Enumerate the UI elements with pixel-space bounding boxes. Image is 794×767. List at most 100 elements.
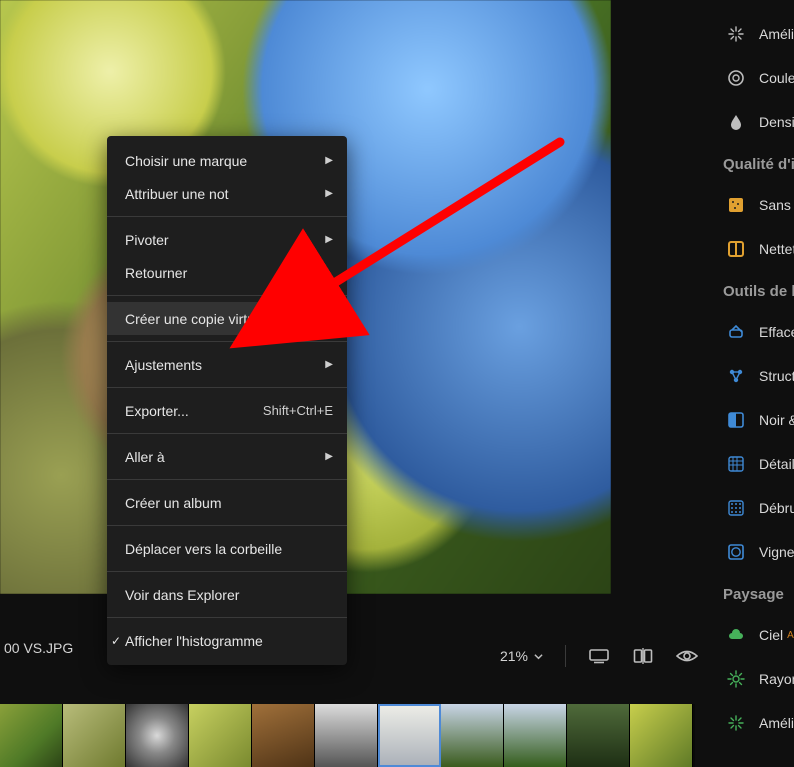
- menu-item-shortcut: Shift+Ctrl+E: [263, 403, 333, 418]
- menu-item-label: Pivoter: [125, 232, 315, 248]
- zoom-dropdown[interactable]: 21%: [500, 648, 543, 664]
- sidebar-item-label: Netteté: [759, 241, 794, 257]
- menu-item-cr-er-un-album[interactable]: Créer un album: [107, 486, 347, 519]
- sidebar-item-vignet[interactable]: Vignet: [611, 530, 794, 574]
- menu-item-pivoter[interactable]: Pivoter ▶: [107, 223, 347, 256]
- chevron-down-icon: [534, 652, 543, 661]
- menu-item-d-placer-vers-la-corbeille[interactable]: Déplacer vers la corbeille: [107, 532, 347, 565]
- sidebar-item-label: Sans br: [759, 197, 794, 213]
- submenu-arrow-icon: ▶: [325, 451, 333, 462]
- ai-badge: AI: [787, 630, 794, 641]
- menu-item-aller[interactable]: Aller à▶: [107, 440, 347, 473]
- sidebar-group-title: Paysage: [611, 574, 794, 613]
- menu-separator: [107, 295, 347, 296]
- sidebar-item-label: Effacer: [759, 324, 794, 340]
- menu-item-label: Retourner: [125, 265, 333, 281]
- compare-icon[interactable]: [632, 645, 654, 667]
- sharpen-icon: [727, 240, 745, 258]
- thumbnail[interactable]: [504, 704, 567, 767]
- preview-eye-icon[interactable]: [676, 645, 698, 667]
- rays-icon: [727, 670, 745, 688]
- sidebar-item-d-bruit[interactable]: Débruit: [611, 486, 794, 530]
- sidebar-item-label: Densité: [759, 114, 794, 130]
- denoise-icon: [727, 499, 745, 517]
- menu-separator: [107, 479, 347, 480]
- bottom-toolbar: 21%: [500, 632, 698, 680]
- sidebar-item-d-tails[interactable]: Détails: [611, 442, 794, 486]
- menu-item-afficher-l-histogramme[interactable]: ✓ Afficher l'histogramme: [107, 624, 347, 657]
- submenu-arrow-icon: ▶: [325, 188, 333, 199]
- thumbnail[interactable]: [315, 704, 378, 767]
- menu-item-voir-dans-explorer[interactable]: Voir dans Explorer: [107, 578, 347, 611]
- color-wheel-icon: [727, 69, 745, 87]
- details-icon: [727, 455, 745, 473]
- sidebar-item-label: Amélio: [759, 26, 794, 42]
- sidebar-item-label: Structure: [759, 368, 794, 384]
- menu-item-label: Créer une copie virtuelle: [125, 311, 295, 327]
- sidebar-item-label: Ciel: [759, 627, 783, 643]
- sidebar-item-structure[interactable]: Structure: [611, 354, 794, 398]
- noise-off-icon: [727, 196, 745, 214]
- menu-separator: [107, 525, 347, 526]
- menu-item-label: Attribuer une not: [125, 186, 315, 202]
- check-icon: ✓: [111, 634, 121, 648]
- menu-item-retourner[interactable]: Retourner: [107, 256, 347, 289]
- thumbnail[interactable]: [630, 704, 693, 767]
- menu-item-attribuer-une-not[interactable]: Attribuer une not ▶: [107, 177, 347, 210]
- cloud-icon: [727, 626, 745, 644]
- sidebar-item-nettet[interactable]: Netteté: [611, 227, 794, 271]
- submenu-arrow-icon: ▶: [325, 359, 333, 370]
- filmstrip[interactable]: [0, 704, 695, 767]
- sparkle-icon: [727, 25, 745, 43]
- sidebar-group-title: Outils de b: [611, 271, 794, 310]
- submenu-arrow-icon: ▶: [325, 234, 333, 245]
- menu-separator: [107, 433, 347, 434]
- sidebar-item-label: Vignet: [759, 544, 794, 560]
- menu-item-label: Créer un album: [125, 495, 333, 511]
- sidebar-item-noir[interactable]: Noir &: [611, 398, 794, 442]
- context-menu: Choisir une marque▶Attribuer une not▶Piv…: [107, 136, 347, 665]
- thumbnail[interactable]: [0, 704, 63, 767]
- menu-item-label: Afficher l'histogramme: [125, 633, 333, 649]
- sidebar-item-label: Couleur: [759, 70, 794, 86]
- thumbnail[interactable]: [252, 704, 315, 767]
- filename-label: 00 VS.JPG: [0, 640, 73, 656]
- thumbnail[interactable]: [378, 704, 441, 767]
- thumbnail[interactable]: [189, 704, 252, 767]
- structure-icon: [727, 367, 745, 385]
- sidebar-item-am-lio[interactable]: Amélio: [611, 12, 794, 56]
- vignette-icon: [727, 543, 745, 561]
- sidebar-group-title: Qualité d'i: [611, 144, 794, 183]
- sidebar-item-couleur[interactable]: Couleur: [611, 56, 794, 100]
- menu-separator: [107, 617, 347, 618]
- menu-separator: [107, 571, 347, 572]
- sidebar-item-sans-br[interactable]: Sans br: [611, 183, 794, 227]
- sidebar-item-label: Amélio: [759, 715, 794, 731]
- droplet-icon: [727, 113, 745, 131]
- menu-separator: [107, 387, 347, 388]
- menu-item-exporter[interactable]: Exporter...Shift+Ctrl+E: [107, 394, 347, 427]
- sidebar-item-effacer[interactable]: Effacer: [611, 310, 794, 354]
- menu-item-label: Déplacer vers la corbeille: [125, 541, 333, 557]
- eraser-icon: [727, 323, 745, 341]
- sidebar-item-label: Débruit: [759, 500, 794, 516]
- menu-item-cr-er-une-copie-virtuelle[interactable]: Créer une copie virtuelleCtrl + ': [107, 302, 347, 335]
- sidebar-item-label: Rayons: [759, 671, 794, 687]
- sidebar-item-densit[interactable]: Densité: [611, 100, 794, 144]
- thumbnail[interactable]: [567, 704, 630, 767]
- separator: [565, 645, 566, 667]
- menu-item-label: Exporter...: [125, 403, 263, 419]
- fit-screen-icon[interactable]: [588, 645, 610, 667]
- menu-item-ajustements[interactable]: Ajustements ▶: [107, 348, 347, 381]
- zoom-value: 21%: [500, 648, 528, 664]
- thumbnail[interactable]: [126, 704, 189, 767]
- thumbnail[interactable]: [63, 704, 126, 767]
- menu-separator: [107, 216, 347, 217]
- submenu-arrow-icon: ▶: [325, 155, 333, 166]
- sparkle-icon: [727, 714, 745, 732]
- thumbnail[interactable]: [441, 704, 504, 767]
- menu-item-choisir-une-marque[interactable]: Choisir une marque ▶: [107, 144, 347, 177]
- menu-item-shortcut: Ctrl + ': [295, 311, 333, 326]
- menu-item-label: Ajustements: [125, 357, 315, 373]
- menu-item-label: Choisir une marque: [125, 153, 315, 169]
